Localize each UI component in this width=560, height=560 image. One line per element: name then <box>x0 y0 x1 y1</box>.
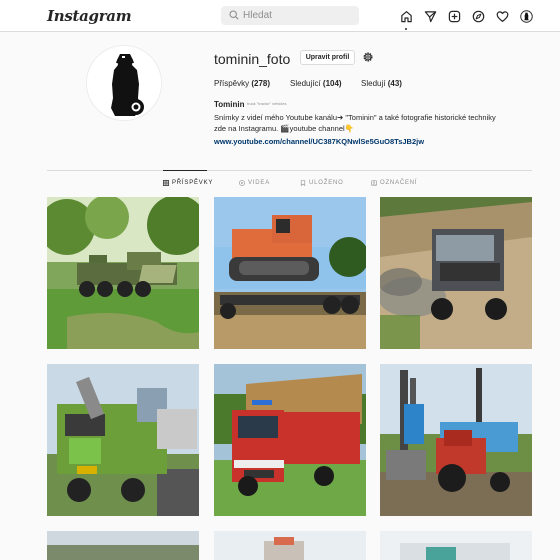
bio-website-link[interactable]: www.youtube.com/channel/UC387KQNwlSe5GuO… <box>214 137 424 146</box>
post-thumbnail[interactable] <box>214 364 366 516</box>
bio-category: truck "tractor" vehicles <box>247 101 287 106</box>
active-tab-indicator <box>163 170 207 171</box>
post-thumbnail[interactable] <box>47 197 199 349</box>
profile-username: tominin_foto <box>214 51 291 67</box>
grid-icon <box>163 180 169 186</box>
settings-gear-icon[interactable] <box>362 51 374 63</box>
tag-icon <box>371 180 377 186</box>
post-image <box>380 197 532 349</box>
post-thumbnail-partial[interactable] <box>47 531 199 560</box>
post-thumbnail-partial[interactable] <box>380 531 532 560</box>
video-icon <box>239 180 245 186</box>
search-icon <box>229 10 239 20</box>
tab-videos[interactable]: VIDEA <box>239 180 270 186</box>
edit-profile-button[interactable]: Upravit profil <box>300 50 355 65</box>
post-image <box>380 364 532 516</box>
tab-saved[interactable]: ULOŽENO <box>300 180 344 186</box>
new-post-icon[interactable] <box>445 7 463 25</box>
send-icon[interactable] <box>421 7 439 25</box>
profile-picture[interactable] <box>86 45 162 121</box>
search-box[interactable] <box>221 6 359 25</box>
post-image <box>380 531 532 560</box>
post-image <box>214 364 366 516</box>
home-icon[interactable] <box>397 7 415 25</box>
bookmark-icon <box>300 180 306 186</box>
profile-silhouette-image <box>87 46 161 120</box>
heart-icon[interactable] <box>493 7 511 25</box>
post-thumbnail[interactable] <box>214 197 366 349</box>
following-count[interactable]: Sledující (104) <box>290 79 342 88</box>
search-input[interactable] <box>243 7 353 24</box>
bio-text-line-2: zde na Instagramu. 🎬youtube channel👇 <box>214 124 355 133</box>
posts-count: Příspěvky (278) <box>214 79 271 88</box>
explore-icon[interactable] <box>469 7 487 25</box>
post-thumbnail[interactable] <box>380 197 532 349</box>
tab-tagged[interactable]: OZNAČENÍ <box>371 180 417 186</box>
tabs-divider <box>47 170 532 171</box>
post-image <box>47 197 199 349</box>
post-thumbnail-partial[interactable] <box>214 531 366 560</box>
active-indicator-dot <box>405 28 407 30</box>
post-image <box>214 531 366 560</box>
post-image <box>47 531 199 560</box>
profile-avatar[interactable] <box>517 7 535 25</box>
followers-count[interactable]: Sledují (43) <box>361 79 402 88</box>
top-navigation-bar: Instagram <box>0 0 560 32</box>
instagram-logo[interactable]: Instagram <box>47 7 132 25</box>
post-image <box>47 364 199 516</box>
post-image <box>214 197 366 349</box>
tab-posts[interactable]: PŘÍSPĚVKY <box>163 180 213 186</box>
post-thumbnail[interactable] <box>47 364 199 516</box>
post-thumbnail[interactable] <box>380 364 532 516</box>
bio-text-line-1: Snímky z videí mého Youtube kanálu➜ "Tom… <box>214 113 496 122</box>
bio-display-name: Tominin <box>214 100 245 109</box>
